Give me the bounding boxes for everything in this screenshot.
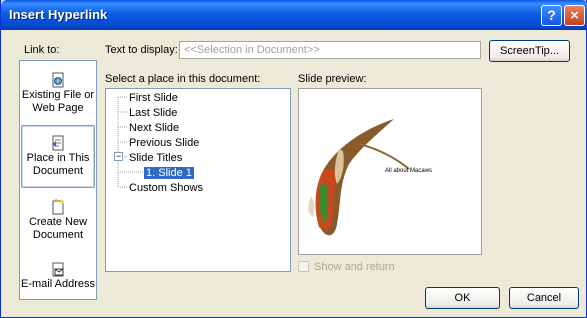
link-email-address[interactable]: E-mail Address [21, 261, 95, 291]
link-place-line1: Place in This [26, 152, 90, 164]
link-place-in-document[interactable]: Place in This Document [21, 125, 95, 188]
cancel-button[interactable]: Cancel [509, 287, 579, 309]
link-to-bar: Existing File or Web Page Place in This … [19, 60, 97, 300]
new-document-icon [52, 199, 64, 215]
close-button[interactable]: × [564, 5, 585, 26]
show-and-return-label: Show and return [314, 261, 395, 273]
tree-expander-icon[interactable]: − [114, 152, 123, 161]
link-place-line2: Document [32, 165, 84, 177]
slide-preview-label: Slide preview: [298, 73, 367, 85]
link-create-new-document[interactable]: Create New Document [21, 199, 95, 242]
help-button[interactable]: ? [541, 5, 562, 26]
link-email-line1: E-mail Address [21, 278, 95, 290]
globe-document-icon [52, 72, 64, 88]
document-place-tree[interactable]: First Slide Last Slide Next Slide Previo… [105, 88, 291, 272]
text-to-display-input[interactable]: <<Selection in Document>> [179, 41, 481, 59]
screentip-button[interactable]: ScreenTip... [489, 40, 570, 62]
tree-item-next-slide[interactable]: Next Slide [129, 121, 179, 135]
tree-item-slide-titles[interactable]: Slide Titles [129, 151, 182, 165]
link-create-new-line2: Document [32, 229, 84, 241]
slide-caption: All about Macaws [385, 168, 433, 174]
link-existing-file[interactable]: Existing File or Web Page [21, 72, 95, 115]
text-to-display-label: Text to display: [105, 44, 178, 56]
document-place-icon [52, 135, 64, 151]
tree-item-previous-slide[interactable]: Previous Slide [129, 136, 199, 150]
email-icon [52, 262, 64, 277]
tree-item-slide-1-label: 1. Slide 1 [144, 167, 194, 179]
link-create-new-line1: Create New [28, 216, 88, 228]
link-to-label: Link to: [24, 44, 60, 56]
tree-item-custom-shows[interactable]: Custom Shows [129, 181, 203, 195]
title-bar[interactable]: Insert Hyperlink ? × [1, 0, 587, 30]
slide-preview: All about Macaws [298, 88, 482, 255]
tree-item-last-slide[interactable]: Last Slide [129, 106, 177, 120]
tree-item-slide-1[interactable]: 1. Slide 1 [144, 166, 194, 180]
ok-button[interactable]: OK [425, 287, 500, 309]
link-existing-file-line2: Web Page [32, 102, 84, 114]
select-place-label: Select a place in this document: [105, 73, 261, 85]
dialog-title: Insert Hyperlink [9, 7, 108, 22]
link-existing-file-line1: Existing File or [21, 89, 95, 101]
show-and-return-checkbox[interactable] [298, 261, 309, 272]
tree-item-first-slide[interactable]: First Slide [129, 91, 178, 105]
insert-hyperlink-dialog: Insert Hyperlink ? × Link to: Text to di… [0, 0, 587, 318]
